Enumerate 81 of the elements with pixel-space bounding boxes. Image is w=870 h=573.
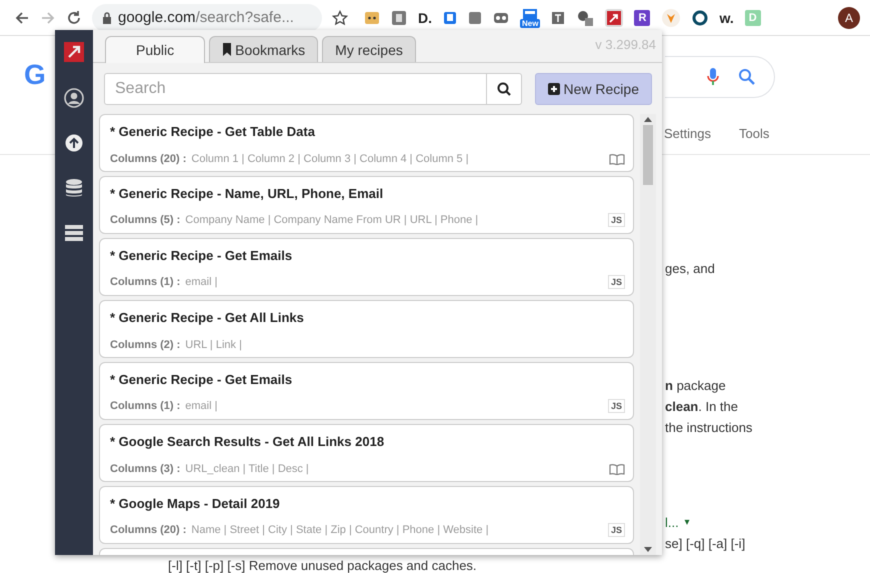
logo-icon[interactable] <box>64 42 84 62</box>
star-icon[interactable] <box>332 10 348 26</box>
search-tool-link[interactable]: Tools <box>738 126 770 141</box>
result-snippet: clean. In the <box>665 398 739 416</box>
recipe-card[interactable]: * Google Search Results - Get All Links 2018 Columns (3) : URL_clean | Title | Desc | <box>99 424 634 482</box>
scroll-down-icon[interactable] <box>644 547 652 552</box>
search-field[interactable]: Search <box>104 73 487 105</box>
scrollbar-thumb[interactable] <box>643 125 653 185</box>
book-icon <box>609 463 625 475</box>
tab[interactable]: My recipes <box>322 36 416 62</box>
column-list: email | <box>185 276 603 288</box>
column-list: Name | Street | City | State | Zip | Country | Phone | Website | <box>191 524 603 536</box>
recipe-title: * Google Search Results - Get All Links 2018 <box>110 434 386 449</box>
user-icon[interactable] <box>64 88 84 108</box>
column-list: Column 1 | Column 2 | Column 3 | Column 4 | Column 5 | <box>191 153 604 165</box>
lock-icon <box>102 12 112 24</box>
search-button[interactable] <box>486 73 522 105</box>
columns-label: Columns (2) : <box>110 339 180 351</box>
server-icon[interactable] <box>64 224 84 242</box>
extension-icon[interactable]: w. <box>719 10 734 26</box>
recipe-title: * Generic Recipe - Get Table Data <box>110 124 316 139</box>
recipe-card[interactable]: * Generic Recipe - Get Emails Columns (1) : email | JS <box>99 238 634 296</box>
reload-icon[interactable] <box>66 10 82 26</box>
result-snippet: se] [-q] [-a] [-i] <box>665 535 746 553</box>
extension-icon[interactable]: D. <box>418 10 432 26</box>
result-snippet: the instructions <box>665 419 754 437</box>
search-icon <box>496 82 511 96</box>
recipe-title: * Generic Recipe - Name, URL, Phone, Email <box>110 186 384 201</box>
column-list: URL_clean | Title | Desc | <box>185 463 604 475</box>
plus-icon <box>548 83 560 95</box>
js-badge: JS <box>608 399 625 413</box>
result-link[interactable]: l... <box>665 512 679 533</box>
search-field[interactable] <box>665 56 775 98</box>
recipe-title: * Generic Recipe - Get All Links <box>110 310 305 325</box>
extension-icon[interactable] <box>551 10 566 24</box>
search-tool-link[interactable]: Settings <box>664 126 711 141</box>
extension-icon[interactable]: R <box>634 10 650 26</box>
column-list: email | <box>185 400 603 412</box>
recipe-card[interactable]: * Generic Recipe - Get Table Data Columns (20) : Column 1 | Column 2 | Column 3 | Column 4 | Column 5 | <box>99 114 634 172</box>
book-icon <box>609 153 625 165</box>
recipe-card[interactable]: * Generic Recipe - Get Emails Columns (1) : email | JS <box>99 362 634 420</box>
search-icon[interactable] <box>738 68 756 86</box>
columns-label: Columns (1) : <box>110 276 180 288</box>
new-badge: New <box>520 18 540 28</box>
scrollbar[interactable] <box>640 114 656 555</box>
new-recipe-button[interactable]: New Recipe <box>534 73 652 105</box>
extension-icon[interactable] <box>493 10 509 24</box>
js-badge: JS <box>608 275 625 289</box>
caret-icon[interactable]: ▾ <box>684 512 690 533</box>
recipe-title: * Google Maps - Detail 2019 <box>110 496 281 511</box>
columns-label: Columns (3) : <box>110 463 180 475</box>
extension-icon[interactable] <box>576 8 594 26</box>
js-badge: JS <box>608 213 625 227</box>
tab[interactable]: Bookmarks <box>209 36 318 62</box>
profile-avatar[interactable]: A <box>838 6 860 28</box>
recipe-title: * Generic Recipe - Get Emails <box>110 372 294 387</box>
recipe-card[interactable]: * Google Maps - Detail 2019 Columns (20) : Name | Street | City | State | Zip | Country | Phone | Website | JS <box>99 486 634 544</box>
columns-label: Columns (20) : <box>110 524 186 536</box>
columns-label: Columns (20) : <box>110 153 186 165</box>
google-logo: G <box>24 60 46 90</box>
recipe-card[interactable]: * Generic Recipe - Name, URL, Phone, Email Columns (5) : Company Name | Company Name From UR | URL | Phone | JS <box>99 176 634 234</box>
database-icon[interactable] <box>65 178 83 198</box>
column-list: Company Name | Company Name From UR | URL | Phone | <box>185 214 603 226</box>
columns-label: Columns (5) : <box>110 214 180 226</box>
extension-icon[interactable] <box>364 10 380 26</box>
columns-label: Columns (1) : <box>110 400 180 412</box>
js-badge: JS <box>608 523 625 537</box>
microphone-icon[interactable] <box>706 67 720 87</box>
result-snippet: [-l] [-t] [-p] [-s] Remove unused packages and caches. <box>168 558 477 573</box>
result-snippet: n package <box>665 377 727 395</box>
scroll-up-icon[interactable] <box>644 117 652 122</box>
tab[interactable]: Public <box>105 36 206 63</box>
upload-icon[interactable] <box>65 134 83 152</box>
recipe-title: * Generic Recipe - Get Emails <box>110 248 294 263</box>
result-snippet: ges, and <box>665 260 716 278</box>
column-list: URL | Link | <box>185 339 625 351</box>
extension-icon[interactable] <box>692 10 708 26</box>
recipe-card[interactable]: * Generic Recipe - Get All Links Columns (2) : URL | Link | <box>99 300 634 358</box>
address-bar[interactable]: google.com/search?safe... <box>92 4 322 32</box>
back-icon[interactable] <box>14 10 30 26</box>
extension-icon[interactable] <box>605 8 624 26</box>
